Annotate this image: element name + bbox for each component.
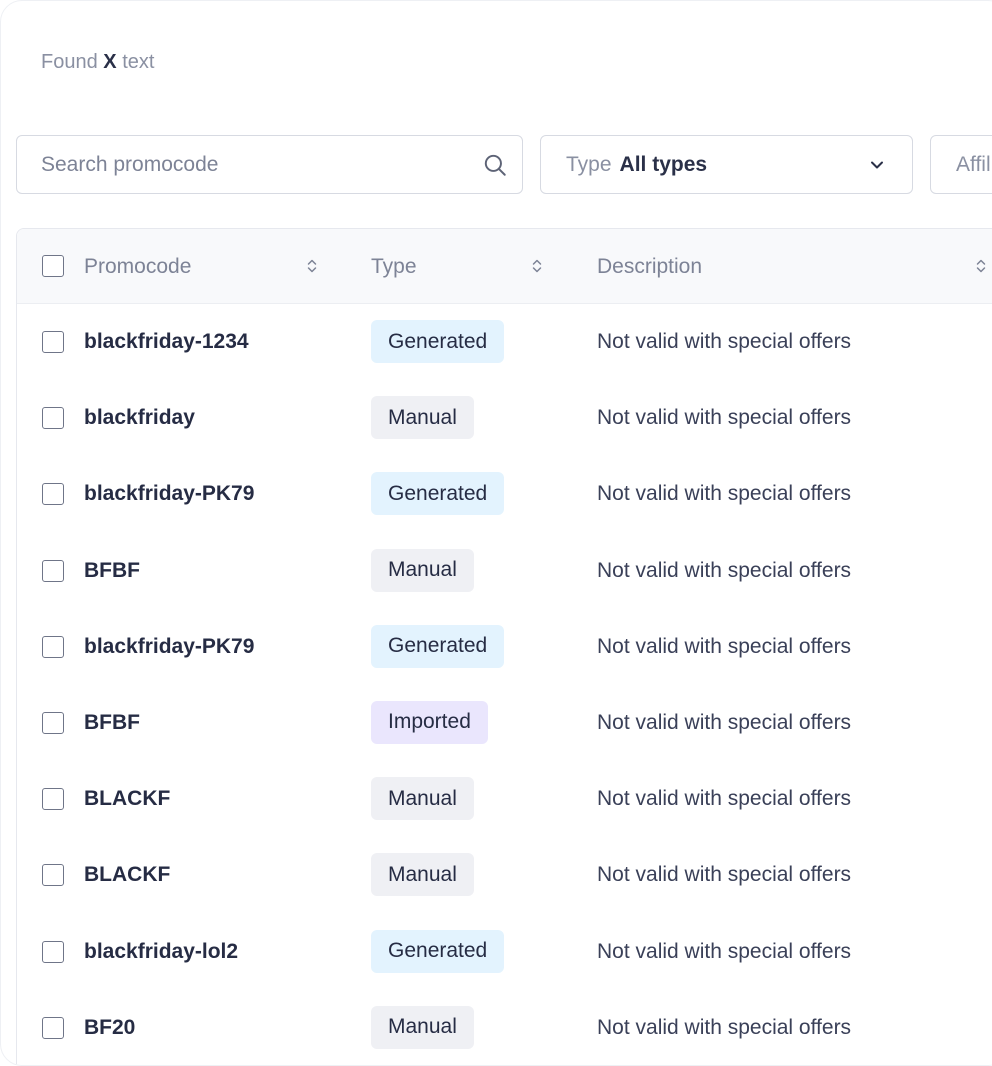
description-cell: Not valid with special offers [597, 406, 852, 430]
row-checkbox[interactable] [42, 331, 64, 353]
description-cell: Not valid with special offers [597, 863, 852, 887]
type-badge: Manual [371, 548, 474, 592]
type-filter-label: Type [566, 152, 612, 176]
type-badge: Manual [371, 777, 474, 821]
table-row[interactable]: blackfriday-1234 Generated Not valid wit… [17, 304, 992, 380]
promocode-cell: blackfriday-lol2 [84, 939, 239, 963]
column-header-description[interactable]: Description [597, 229, 702, 304]
results-count-value: X [103, 51, 117, 73]
description-cell: Not valid with special offers [597, 330, 852, 353]
type-badge: Manual [371, 853, 474, 897]
type-badge: Generated [371, 929, 505, 973]
row-checkbox[interactable] [42, 711, 64, 734]
column-header-promocode-label: Promocode [84, 254, 192, 278]
type-badge: Manual [371, 1005, 474, 1049]
promocode-cell: BLACKF [84, 787, 171, 811]
type-filter-value: All types [619, 152, 708, 176]
sort-icon[interactable] [531, 257, 543, 275]
type-badge: Generated [371, 472, 505, 516]
column-header-type-label: Type [371, 254, 417, 278]
promocode-cell: blackfriday-PK79 [84, 482, 255, 506]
table-row[interactable]: blackfriday-PK79 Generated Not valid wit… [17, 456, 992, 532]
description-cell: Not valid with special offers [597, 939, 852, 963]
row-checkbox[interactable] [42, 635, 64, 658]
type-badge: Manual [371, 396, 474, 440]
row-checkbox[interactable] [42, 1016, 64, 1039]
table-row[interactable]: BFBF Imported Not valid with special off… [17, 685, 992, 761]
promocode-cell: blackfriday [84, 406, 195, 430]
description-cell: Not valid with special offers [597, 634, 852, 658]
search-box[interactable] [16, 135, 523, 194]
search-icon[interactable] [482, 152, 508, 178]
select-all-checkbox[interactable] [42, 255, 64, 277]
table-row[interactable]: blackfriday-lol2 Generated Not valid wit… [17, 914, 992, 990]
promocodes-card: Found X text Type All types Affil Promoc… [0, 0, 992, 1066]
table-row[interactable]: blackfriday-PK79 Generated Not valid wit… [17, 609, 992, 685]
type-filter-select[interactable]: Type All types [540, 135, 913, 194]
results-count: Found X text [41, 51, 154, 74]
column-header-description-label: Description [597, 254, 703, 278]
results-prefix: Found [41, 51, 98, 73]
search-input[interactable] [41, 152, 482, 177]
column-header-type[interactable]: Type [371, 229, 417, 304]
table-row[interactable]: blackfriday Manual Not valid with specia… [17, 380, 992, 456]
affiliate-filter-label: Affil [956, 152, 991, 176]
description-cell: Not valid with special offers [597, 482, 852, 506]
type-badge: Imported [371, 700, 488, 744]
row-checkbox[interactable] [42, 788, 64, 811]
promocode-cell: blackfriday-1234 [84, 330, 249, 353]
promocodes-table: Promocode Type Description blackfriday-1… [16, 228, 992, 1065]
promocode-cell: BF20 [84, 1015, 136, 1039]
results-suffix: text [122, 51, 155, 73]
promocode-cell: BLACKF [84, 863, 171, 887]
row-checkbox[interactable] [42, 559, 64, 582]
sort-icon[interactable] [306, 257, 318, 275]
promocode-cell: blackfriday-PK79 [84, 634, 255, 658]
description-cell: Not valid with special offers [597, 710, 852, 734]
sort-icon[interactable] [975, 257, 987, 275]
row-checkbox[interactable] [42, 407, 64, 430]
row-checkbox[interactable] [42, 940, 64, 963]
chevron-down-icon [871, 161, 883, 168]
type-badge: Generated [371, 320, 505, 363]
description-cell: Not valid with special offers [597, 558, 852, 582]
type-badge: Generated [371, 624, 505, 668]
description-cell: Not valid with special offers [597, 1015, 852, 1039]
row-checkbox[interactable] [42, 483, 64, 506]
row-checkbox[interactable] [42, 864, 64, 887]
table-header: Promocode Type Description [17, 229, 992, 304]
description-cell: Not valid with special offers [597, 787, 852, 811]
promocode-cell: BFBF [84, 558, 140, 582]
column-header-promocode[interactable]: Promocode [84, 229, 191, 304]
promocode-cell: BFBF [84, 710, 140, 734]
table-row[interactable]: BLACKF Manual Not valid with special off… [17, 837, 992, 913]
affiliate-filter-select[interactable]: Affil [930, 135, 992, 194]
table-row[interactable]: BF20 Manual Not valid with special offer… [17, 990, 992, 1065]
table-row[interactable]: BLACKF Manual Not valid with special off… [17, 761, 992, 837]
table-row[interactable]: BFBF Manual Not valid with special offer… [17, 533, 992, 609]
